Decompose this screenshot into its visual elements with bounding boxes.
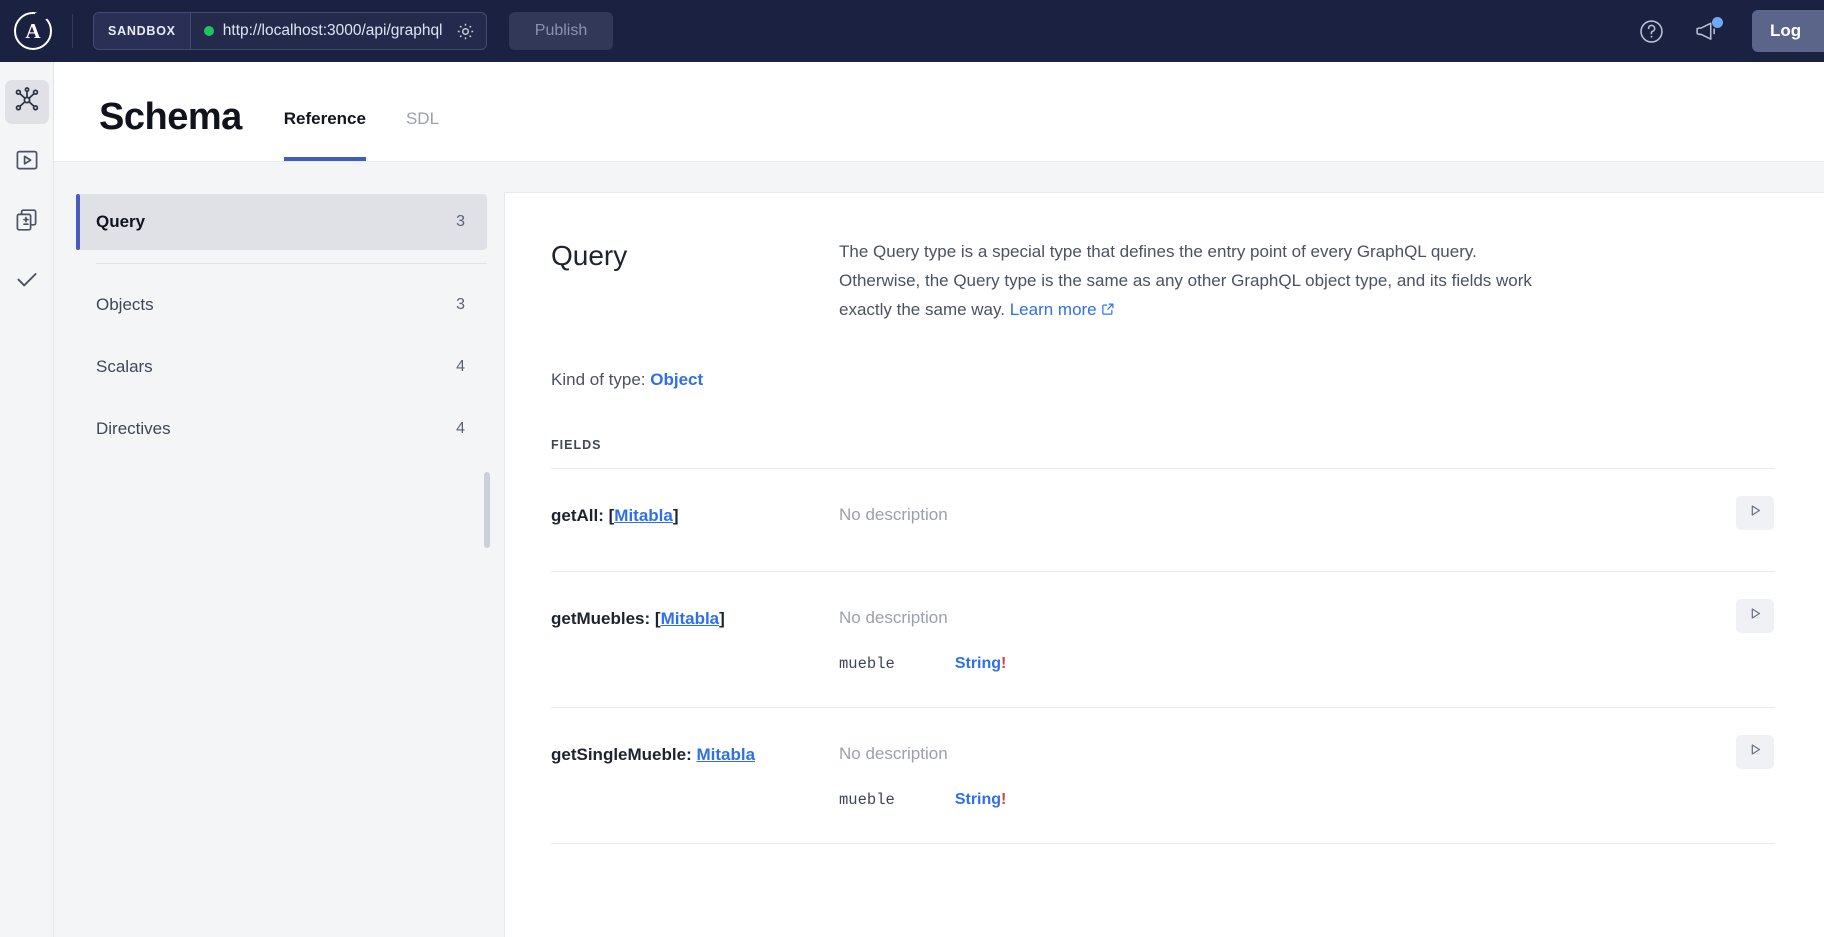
top-bar: A SANDBOX http://localhost:3000/api/grap…: [0, 0, 1824, 62]
field-body: No description: [839, 505, 1774, 525]
external-link-icon: [1101, 296, 1115, 325]
table-row: getAll: [Mitabla] No description: [551, 469, 1774, 572]
announcements-megaphone-icon[interactable]: [1692, 16, 1723, 46]
field-name: getMuebles:: [551, 608, 655, 628]
field-argument: mueble String!: [839, 655, 1774, 673]
schema-content-panel: Query The Query type is a special type t…: [504, 192, 1824, 937]
rail-item-schema[interactable]: [4, 80, 49, 124]
argument-name: mueble: [839, 654, 895, 673]
kind-of-type-label: Kind of type:: [551, 369, 651, 389]
sidebar-item-label: Objects: [96, 295, 154, 314]
sidebar-item-directives[interactable]: Directives 4: [76, 401, 487, 457]
rail-item-checks[interactable]: [5, 260, 49, 304]
check-icon: [14, 267, 40, 298]
notification-badge: [1712, 17, 1723, 28]
gear-icon[interactable]: [452, 17, 480, 45]
apollo-logo-icon: A: [14, 12, 52, 50]
play-icon: [1748, 606, 1763, 626]
schema-tabs: Reference SDL: [283, 62, 439, 161]
learn-more-link[interactable]: Learn more: [1010, 300, 1097, 319]
run-field-button[interactable]: [1736, 734, 1774, 769]
endpoint-bar[interactable]: SANDBOX http://localhost:3000/api/graphq…: [93, 12, 487, 50]
nav-divider: [96, 263, 487, 264]
run-field-button[interactable]: [1736, 495, 1774, 530]
schema-body: Query 3 Objects 3 Scalars 4 Directives 4: [54, 162, 1824, 937]
argument-type[interactable]: String!: [955, 655, 1007, 673]
sidebar-item-count: 3: [456, 296, 465, 313]
type-title: Query: [551, 240, 628, 271]
app-body: Schema Reference SDL Query 3 Objects 3 S…: [0, 62, 1824, 937]
field-type-link[interactable]: Mitabla: [661, 609, 720, 628]
sidebar-item-count: 3: [456, 213, 465, 230]
argument-type[interactable]: String!: [955, 791, 1007, 809]
sandbox-badge: SANDBOX: [94, 13, 191, 49]
sidebar-item-scalars[interactable]: Scalars 4: [76, 339, 487, 395]
rail-item-variables[interactable]: [5, 200, 49, 244]
content-scrollbar-thumb[interactable]: [484, 472, 490, 548]
field-name: getAll:: [551, 505, 609, 525]
help-icon[interactable]: [1636, 16, 1666, 46]
schema-graph-icon: [14, 86, 40, 118]
schema-header: Schema Reference SDL: [54, 62, 1824, 162]
page-title: Schema: [99, 96, 242, 138]
fields-section-label: FIELDS: [551, 437, 602, 452]
run-field-button[interactable]: [1736, 598, 1774, 633]
login-button[interactable]: Log: [1752, 10, 1824, 52]
table-row: getMuebles: [Mitabla] No description mue…: [551, 572, 1774, 708]
copy-pages-icon: [14, 207, 40, 238]
field-signature: getAll: [Mitabla]: [551, 505, 839, 526]
field-bracket-close: ]: [719, 608, 725, 628]
kind-of-type-row: Kind of type: Object: [551, 370, 1774, 390]
type-description-text: The Query type is a special type that de…: [839, 242, 1532, 320]
play-icon: [1748, 503, 1763, 523]
tab-reference[interactable]: Reference: [283, 62, 366, 161]
endpoint-input-wrap[interactable]: http://localhost:3000/api/graphql: [191, 13, 486, 49]
apollo-logo[interactable]: A: [0, 0, 66, 62]
field-description: No description: [839, 504, 948, 524]
apollo-logo-letter: A: [25, 18, 41, 43]
header-divider: [72, 14, 73, 48]
argument-type-name: String: [954, 790, 1002, 808]
kind-of-type-value[interactable]: Object: [650, 370, 703, 389]
argument-name: mueble: [839, 790, 895, 809]
rail-item-explorer[interactable]: [5, 140, 49, 184]
field-description: No description: [839, 743, 948, 763]
sidebar-item-label: Directives: [96, 419, 171, 438]
endpoint-url-text[interactable]: http://localhost:3000/api/graphql: [223, 22, 443, 40]
schema-panel: Schema Reference SDL Query 3 Objects 3 S…: [54, 62, 1824, 937]
argument-required-marker: !: [1001, 790, 1007, 808]
tab-sdl[interactable]: SDL: [406, 62, 439, 161]
field-body: No description mueble String!: [839, 608, 1774, 673]
field-argument: mueble String!: [839, 791, 1774, 809]
connection-status-dot: [203, 26, 214, 36]
play-icon: [1748, 742, 1763, 762]
publish-button[interactable]: Publish: [508, 12, 614, 50]
left-icon-rail: [0, 62, 54, 937]
sidebar-item-label: Scalars: [96, 357, 153, 376]
field-description: No description: [839, 607, 948, 627]
field-signature: getSingleMueble: Mitabla: [551, 744, 839, 765]
field-type-link[interactable]: Mitabla: [614, 506, 673, 525]
table-row: getSingleMueble: Mitabla No description …: [551, 708, 1774, 844]
field-body: No description mueble String!: [839, 744, 1774, 809]
argument-type-name: String: [954, 654, 1002, 672]
type-intro: Query The Query type is a special type t…: [551, 237, 1774, 326]
field-bracket-close: ]: [672, 505, 679, 525]
play-square-icon: [14, 147, 40, 178]
sidebar-item-count: 4: [456, 358, 465, 375]
sidebar-item-count: 4: [456, 420, 465, 437]
field-type-link[interactable]: Mitabla: [696, 745, 755, 764]
sidebar-item-label: Query: [96, 212, 146, 231]
sidebar-item-query[interactable]: Query 3: [76, 194, 487, 250]
field-name: getSingleMueble:: [551, 744, 697, 764]
content-inner: Query The Query type is a special type t…: [505, 237, 1824, 844]
argument-required-marker: !: [1001, 654, 1007, 672]
header-actions: Log: [1636, 0, 1824, 62]
schema-nav-list: Query 3 Objects 3 Scalars 4 Directives 4: [54, 162, 504, 937]
sidebar-item-objects[interactable]: Objects 3: [76, 277, 487, 333]
field-signature: getMuebles: [Mitabla]: [551, 608, 839, 629]
type-description: The Query type is a special type that de…: [839, 237, 1539, 326]
